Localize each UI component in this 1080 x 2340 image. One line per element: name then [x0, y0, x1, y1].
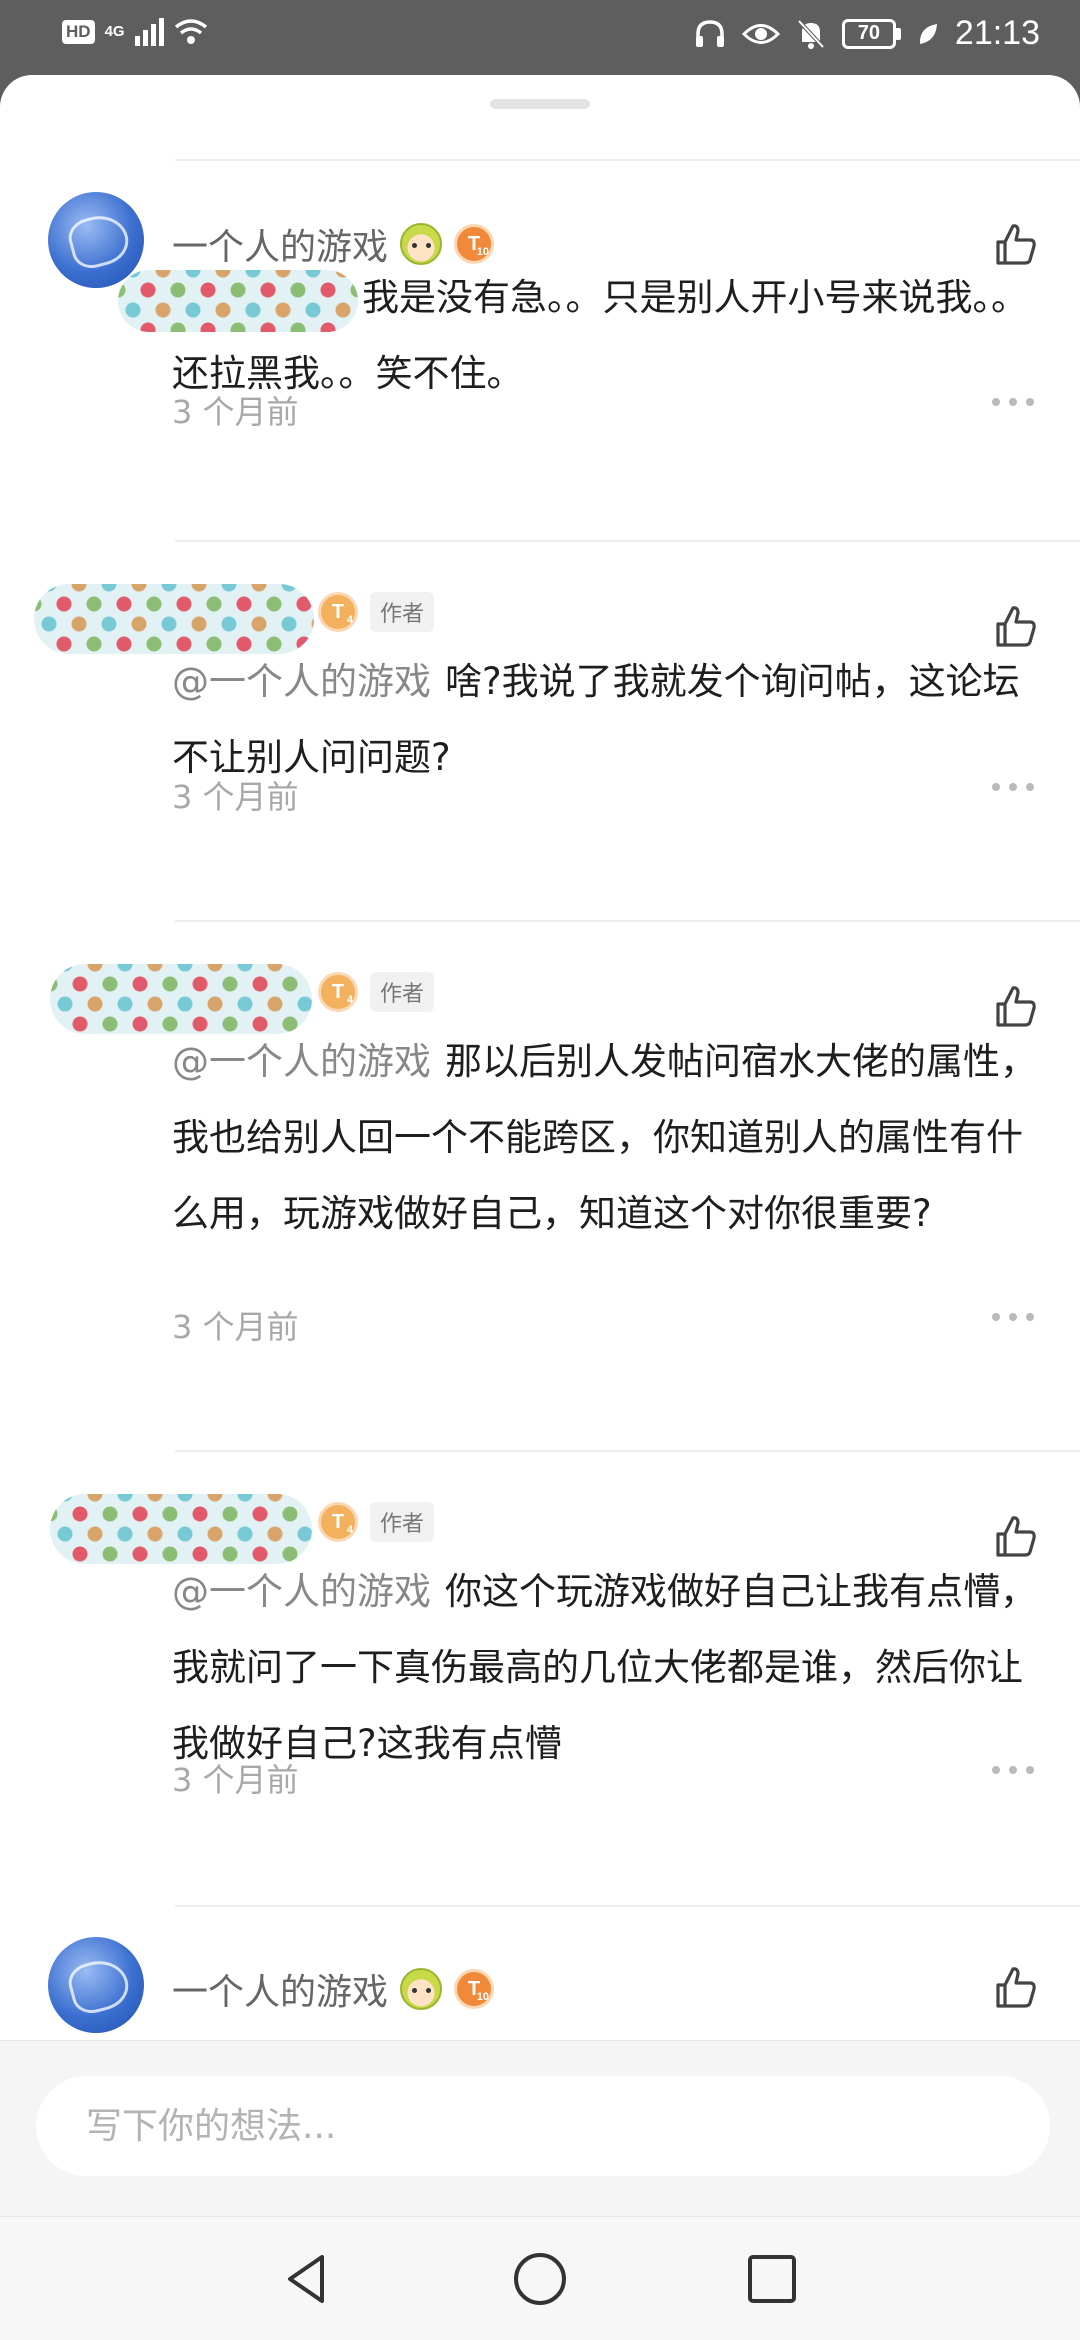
comment-header: 一个人的游戏 T 10	[172, 1963, 495, 2015]
timestamp: 3 个月前	[172, 393, 299, 431]
comments-sheet: 一个人的游戏 T 10 我是没有急。。只是别人开小号来说我。。还拉黑我。。笑不住。…	[0, 75, 1080, 2040]
comment-item: T4 作者 @一个人的游戏 那以后别人发帖问宿水大佬的属性，我也给别人回一个不能跨…	[0, 922, 1080, 1450]
headphones-icon	[695, 19, 724, 47]
level-badge: T4	[318, 1502, 358, 1542]
back-triangle-icon[interactable]	[276, 2247, 340, 2311]
comment-body: 我是没有急。。只是别人开小号来说我。。还拉黑我。。笑不住。	[172, 276, 1028, 395]
battery-level: 70	[841, 18, 896, 49]
timestamp: 3 个月前	[172, 1308, 299, 1346]
mascot-badge-icon	[400, 223, 443, 265]
eye-icon	[741, 23, 780, 44]
timestamp: 3 个月前	[172, 1761, 299, 1799]
mascot-badge-icon	[400, 1968, 443, 2010]
comment-text: @一个人的游戏 啥?我说了我就发个询问帖，这论坛不让别人问问题?	[172, 644, 1042, 796]
leaf-icon	[919, 23, 937, 44]
status-right: 70 21:13	[694, 14, 1040, 53]
level-badge: T4	[318, 972, 358, 1012]
more-dots-icon[interactable]	[992, 1310, 1034, 1322]
comment-text: @一个人的游戏 那以后别人发帖问宿水大佬的属性，我也给别人回一个不能跨区，你知道别…	[172, 1024, 1042, 1252]
comment-input-box[interactable]	[36, 2076, 1050, 2176]
level-number: 4	[346, 614, 353, 626]
recents-square-icon[interactable]	[740, 2247, 804, 2311]
comment-item: 一个人的游戏 T 10 我是没有急。。只是别人开小号来说我。。还拉黑我。。笑不住。…	[0, 160, 1080, 540]
comment-header: T4 作者	[318, 1502, 435, 1542]
drag-handle[interactable]	[490, 99, 590, 109]
level-letter: T	[331, 600, 345, 623]
comment-text: 我是没有急。。只是别人开小号来说我。。还拉黑我。。笑不住。	[172, 260, 1042, 412]
comment-input-bar	[0, 2040, 1080, 2216]
status-bar: HD 4G 70 21:13	[0, 0, 1080, 75]
wifi-icon	[174, 19, 207, 44]
comment-header: T4 作者	[318, 972, 435, 1012]
timestamp: 3 个月前	[172, 778, 299, 816]
level-number: 4	[346, 994, 353, 1006]
home-circle-icon[interactable]	[508, 2247, 572, 2311]
thumbs-up-icon[interactable]	[990, 1963, 1040, 2013]
hd-indicator: HD	[62, 20, 95, 44]
level-number: 10	[476, 246, 490, 258]
level-number: 4	[346, 1524, 353, 1536]
mention-link[interactable]: @一个人的游戏	[172, 660, 431, 703]
level-badge: T4	[318, 592, 358, 632]
comment-item: 一个人的游戏 T 10	[0, 1907, 1080, 2040]
system-nav-bar	[0, 2216, 1080, 2340]
mention-link[interactable]: @一个人的游戏	[172, 1040, 431, 1083]
more-dots-icon[interactable]	[992, 780, 1034, 792]
comment-item: T4 作者 @一个人的游戏 啥?我说了我就发个询问帖，这论坛不让别人问问题? 3 …	[0, 542, 1080, 920]
avatar[interactable]	[48, 192, 144, 288]
network-type: 4G	[104, 23, 125, 40]
username[interactable]: 一个人的游戏	[172, 1963, 388, 2015]
status-left: HD 4G	[62, 18, 208, 46]
author-tag: 作者	[370, 972, 435, 1012]
more-dots-icon[interactable]	[992, 395, 1034, 407]
comment-header: T4 作者	[318, 592, 435, 632]
level-letter: T	[331, 980, 345, 1003]
mute-bell-icon	[797, 19, 825, 49]
comment-input[interactable]	[86, 2105, 1050, 2147]
avatar[interactable]	[48, 1937, 144, 2033]
more-dots-icon[interactable]	[992, 1763, 1034, 1775]
level-letter: T	[331, 1510, 345, 1533]
level-badge: T 10	[454, 1969, 495, 2009]
author-tag: 作者	[370, 592, 435, 632]
author-tag: 作者	[370, 1502, 435, 1542]
level-number: 10	[476, 1991, 490, 2003]
comment-item: T4 作者 @一个人的游戏 你这个玩游戏做好自己让我有点懵，我就问了一下真伤最高的…	[0, 1452, 1080, 1907]
level-badge: T 10	[454, 224, 495, 264]
mention-link[interactable]: @一个人的游戏	[172, 1570, 431, 1613]
clock: 21:13	[954, 14, 1040, 52]
battery-icon: 70	[841, 18, 901, 49]
comment-text: @一个人的游戏 你这个玩游戏做好自己让我有点懵，我就问了一下真伤最高的几位大佬都是…	[172, 1554, 1042, 1782]
signal-icon	[134, 18, 164, 46]
